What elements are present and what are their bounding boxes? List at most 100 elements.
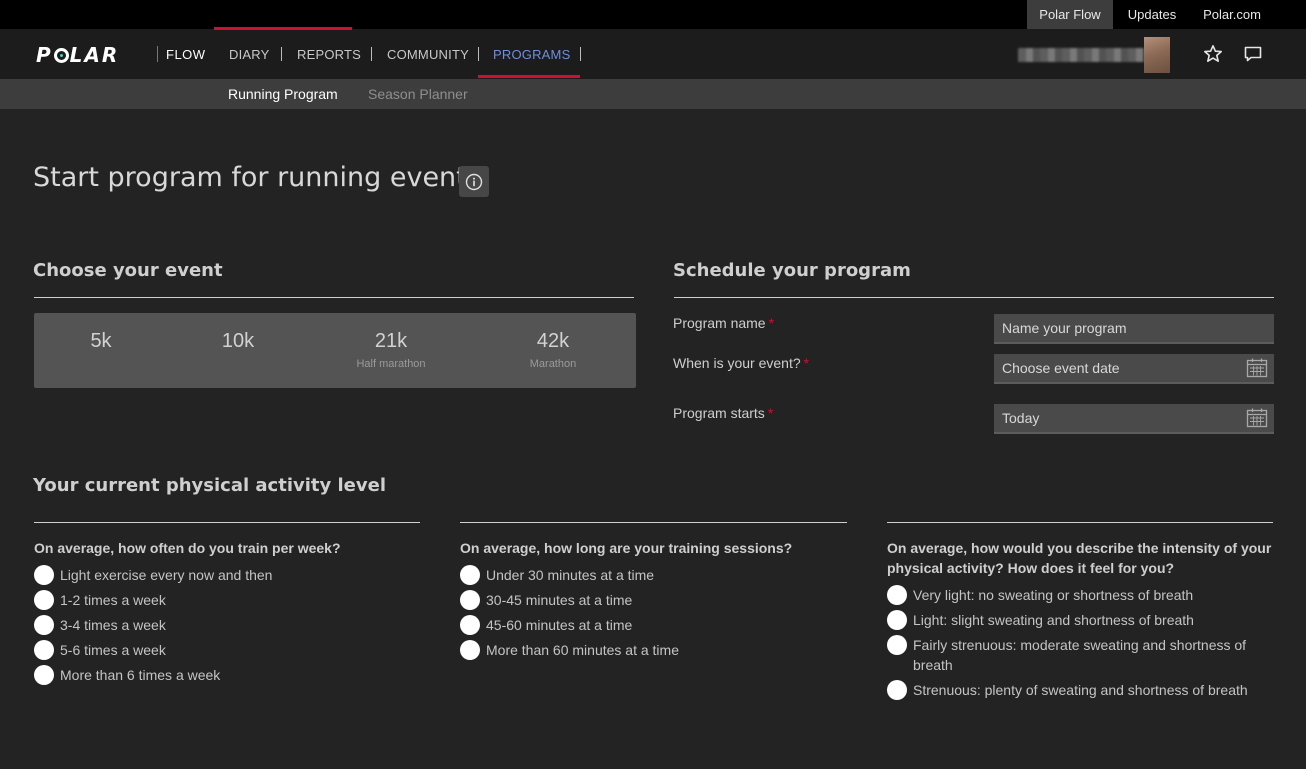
polar-flow-link[interactable]: Polar Flow <box>1027 0 1113 29</box>
updates-link[interactable]: Updates <box>1117 0 1187 29</box>
option-duration-2[interactable]: 30-45 minutes at a time <box>460 590 850 610</box>
event-distance: 5k <box>90 330 112 352</box>
user-profile[interactable] <box>1018 37 1170 73</box>
option-label: Under 30 minutes at a time <box>486 567 655 583</box>
divider <box>34 522 420 523</box>
event-subtitle: Half marathon <box>356 358 426 370</box>
event-date-field[interactable]: Choose event date <box>994 354 1274 384</box>
nav-divider <box>371 47 372 61</box>
label-text: Program name <box>673 315 766 331</box>
event-option-21k[interactable]: 21k Half marathon <box>324 313 458 388</box>
program-name-input[interactable] <box>994 314 1274 344</box>
messages-icon[interactable] <box>1243 44 1263 64</box>
star-icon[interactable] <box>1203 44 1223 64</box>
event-selector: 5k 10k 21k Half marathon 42k Marathon <box>34 313 636 388</box>
radio-button[interactable] <box>34 590 54 610</box>
question-duration: On average, how long are your training s… <box>460 540 793 556</box>
divider <box>34 297 634 298</box>
brand-flow-label: FLOW <box>166 47 206 62</box>
page-title: Start program for running event <box>33 162 467 193</box>
option-intensity-4[interactable]: Strenuous: plenty of sweating and shortn… <box>887 680 1259 700</box>
option-label: 30-45 minutes at a time <box>486 592 633 608</box>
active-nav-indicator <box>478 75 580 78</box>
logo-divider <box>157 46 158 62</box>
option-label: 1-2 times a week <box>60 592 166 608</box>
option-label: 45-60 minutes at a time <box>486 617 633 633</box>
option-frequency-3[interactable]: 3-4 times a week <box>34 615 424 635</box>
radio-button[interactable] <box>34 565 54 585</box>
option-duration-3[interactable]: 45-60 minutes at a time <box>460 615 850 635</box>
radio-button[interactable] <box>887 635 907 655</box>
active-tab-indicator <box>214 27 352 30</box>
logo-o-icon <box>53 48 69 63</box>
option-label: More than 60 minutes at a time <box>486 642 679 658</box>
option-frequency-1[interactable]: Light exercise every now and then <box>34 565 424 585</box>
radio-button[interactable] <box>34 665 54 685</box>
radio-button[interactable] <box>887 680 907 700</box>
option-duration-1[interactable]: Under 30 minutes at a time <box>460 565 850 585</box>
required-mark: * <box>767 405 774 421</box>
label-text: Program starts <box>673 405 765 421</box>
radio-button[interactable] <box>887 610 907 630</box>
user-name-blurred <box>1018 48 1144 62</box>
radio-button[interactable] <box>460 615 480 635</box>
event-distance: 42k <box>536 330 570 352</box>
event-distance: 10k <box>221 330 255 352</box>
sub-nav: Running Program Season Planner <box>0 79 1306 109</box>
polar-com-link[interactable]: Polar.com <box>1194 0 1270 29</box>
option-intensity-2[interactable]: Light: slight sweating and shortness of … <box>887 610 1259 630</box>
info-button[interactable] <box>459 166 489 197</box>
option-frequency-5[interactable]: More than 6 times a week <box>34 665 424 685</box>
radio-button[interactable] <box>887 585 907 605</box>
option-label: Light: slight sweating and shortness of … <box>913 612 1194 628</box>
polar-logo[interactable]: P LAR <box>36 43 119 67</box>
required-mark: * <box>768 315 775 331</box>
nav-item-community[interactable]: COMMUNITY <box>387 47 469 62</box>
option-intensity-3[interactable]: Fairly strenuous: moderate sweating and … <box>887 635 1259 675</box>
label-text: When is your event? <box>673 355 801 371</box>
schedule-heading: Schedule your program <box>673 260 911 281</box>
option-frequency-2[interactable]: 1-2 times a week <box>34 590 424 610</box>
program-name-label: Program name * <box>673 315 774 331</box>
question-frequency: On average, how often do you train per w… <box>34 540 341 556</box>
option-label: More than 6 times a week <box>60 667 221 683</box>
radio-button[interactable] <box>460 590 480 610</box>
divider <box>674 297 1274 298</box>
calendar-icon[interactable] <box>1246 358 1268 378</box>
event-date-placeholder: Choose event date <box>1002 360 1120 376</box>
nav-item-reports[interactable]: REPORTS <box>297 47 361 62</box>
option-label: 3-4 times a week <box>60 617 166 633</box>
required-mark: * <box>803 355 810 371</box>
divider <box>460 522 847 523</box>
tab-running-program[interactable]: Running Program <box>228 86 338 102</box>
nav-divider <box>281 47 282 61</box>
radio-button[interactable] <box>460 565 480 585</box>
event-subtitle: Marathon <box>529 358 577 370</box>
nav-divider <box>478 47 479 61</box>
tab-season-planner[interactable]: Season Planner <box>368 86 468 102</box>
calendar-icon[interactable] <box>1246 408 1268 428</box>
event-distance: 21k <box>374 330 408 352</box>
event-option-5k[interactable]: 5k <box>34 313 168 388</box>
option-duration-4[interactable]: More than 60 minutes at a time <box>460 640 850 660</box>
option-intensity-1[interactable]: Very light: no sweating or shortness of … <box>887 585 1259 605</box>
option-frequency-4[interactable]: 5-6 times a week <box>34 640 424 660</box>
option-label: Light exercise every now and then <box>60 567 273 583</box>
nav-item-programs[interactable]: PROGRAMS <box>493 47 570 62</box>
event-date-label: When is your event? * <box>673 355 809 371</box>
event-option-10k[interactable]: 10k <box>168 313 308 388</box>
program-start-value: Today <box>1002 410 1040 426</box>
avatar <box>1144 37 1170 73</box>
option-label: 5-6 times a week <box>60 642 166 658</box>
option-label: Fairly strenuous: moderate sweating and … <box>913 637 1247 673</box>
radio-button[interactable] <box>34 640 54 660</box>
program-start-field[interactable]: Today <box>994 404 1274 434</box>
event-option-42k[interactable]: 42k Marathon <box>486 313 620 388</box>
nav-item-diary[interactable]: DIARY <box>229 47 270 62</box>
choose-event-heading: Choose your event <box>33 260 223 281</box>
info-icon <box>465 173 483 191</box>
radio-button[interactable] <box>34 615 54 635</box>
radio-button[interactable] <box>460 640 480 660</box>
nav-divider <box>580 47 581 61</box>
activity-heading: Your current physical activity level <box>33 475 386 496</box>
